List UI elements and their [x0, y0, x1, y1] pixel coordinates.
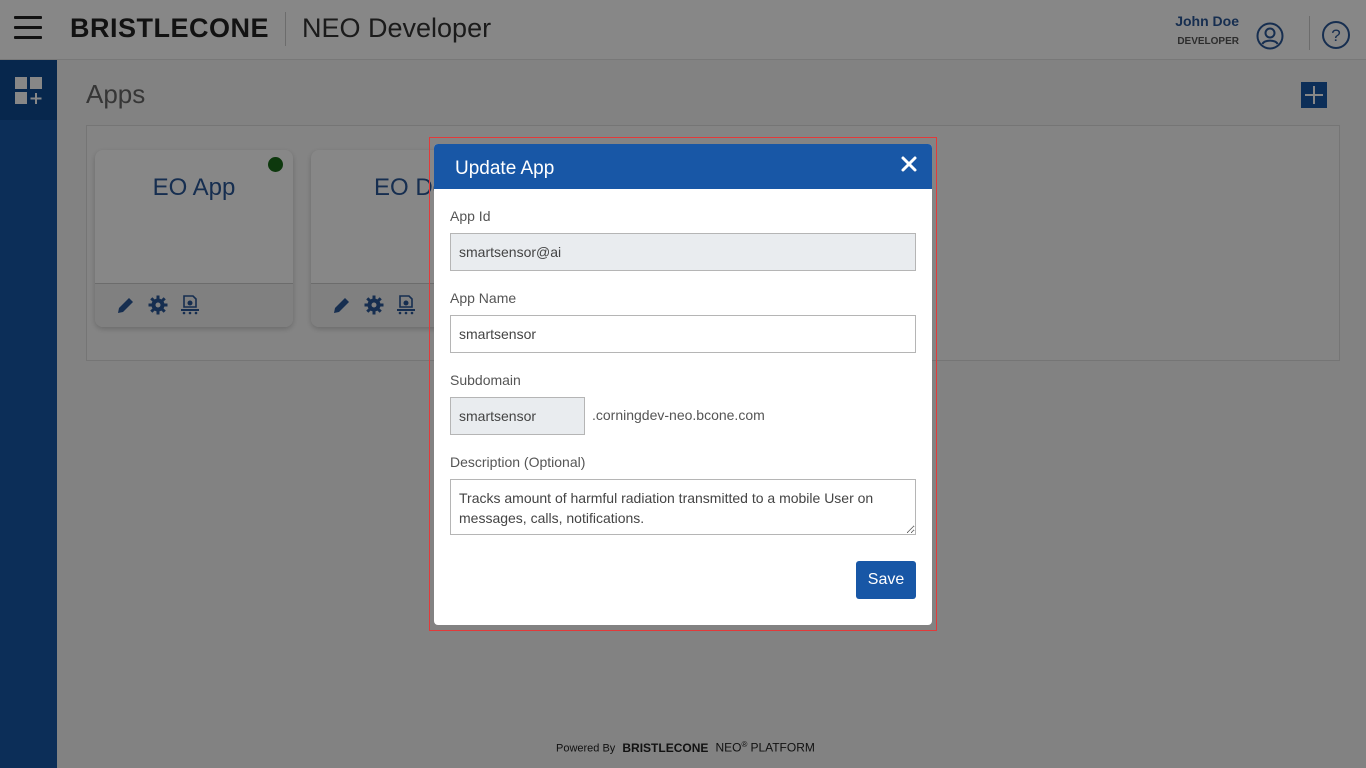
- update-app-dialog: Update App App Id App Name Subdomain .co…: [434, 144, 932, 625]
- modal-header: Update App: [434, 144, 932, 189]
- app-id-input[interactable]: [450, 233, 916, 271]
- description-textarea[interactable]: Tracks amount of harmful radiation trans…: [450, 479, 916, 535]
- app-name-input[interactable]: [450, 315, 916, 353]
- app-name-label: App Name: [450, 290, 517, 306]
- close-icon[interactable]: [900, 155, 918, 173]
- app-id-label: App Id: [450, 208, 491, 224]
- subdomain-suffix: .corningdev-neo.bcone.com: [592, 407, 765, 423]
- modal-title: Update App: [455, 158, 555, 179]
- description-label: Description (Optional): [450, 454, 586, 470]
- save-button[interactable]: Save: [856, 561, 916, 599]
- subdomain-label: Subdomain: [450, 372, 521, 388]
- subdomain-input[interactable]: [450, 397, 585, 435]
